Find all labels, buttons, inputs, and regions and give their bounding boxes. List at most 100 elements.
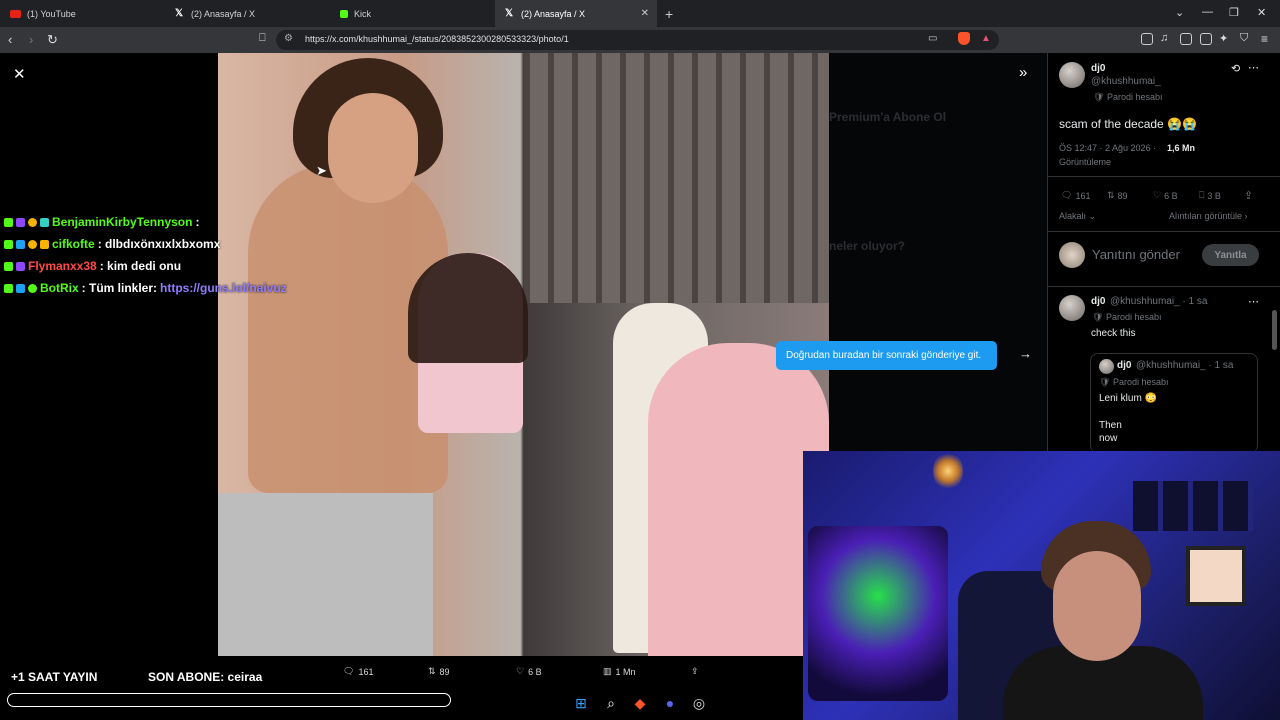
photo-woman-hair	[408, 253, 528, 363]
tab-youtube[interactable]: (1) YouTube	[0, 0, 165, 27]
stream-progress-bar	[7, 693, 451, 707]
music-icon[interactable]: ♫	[1160, 32, 1168, 44]
brave-rewards-icon[interactable]: ▲	[981, 33, 991, 44]
maximize-icon[interactable]: ❐	[1229, 6, 1239, 19]
back-icon[interactable]: ‹	[8, 32, 12, 47]
avatar[interactable]	[1059, 295, 1085, 321]
more-options-icon[interactable]: ⋯	[1248, 61, 1259, 74]
tab-close-icon[interactable]: ✕	[641, 8, 649, 19]
minimize-icon[interactable]: —	[1202, 6, 1213, 18]
photo-gate	[524, 53, 829, 303]
taskbar-search-icon[interactable]: ⌕	[602, 694, 620, 712]
like-count: 6 B	[528, 666, 542, 677]
chat-message: Flymanxx38 : kim dedi onu	[4, 259, 181, 273]
site-settings-icon[interactable]: ⚙	[284, 33, 293, 44]
share-icon: ⇪	[1244, 190, 1254, 202]
gift-badge-icon	[28, 239, 37, 249]
extensions-icon[interactable]	[1141, 33, 1153, 45]
reply-author-handle[interactable]: @khushhumai_ · 1 sa	[1110, 296, 1207, 307]
divider	[1048, 176, 1280, 177]
tab-label: (1) YouTube	[27, 8, 76, 19]
kick-badge-icon	[4, 239, 13, 249]
new-tab-icon[interactable]: +	[665, 6, 673, 22]
vpn-shield-icon[interactable]: ⛉	[1240, 32, 1248, 45]
like-button[interactable]: ♡ 6 B	[1153, 190, 1178, 201]
verified-badge-icon	[28, 283, 37, 293]
author-handle[interactable]: @khushhumai_	[1091, 76, 1161, 87]
cast-icon[interactable]: ▭	[928, 33, 937, 44]
heart-icon: ♡	[516, 666, 525, 676]
quote-author-name: dj0	[1117, 360, 1132, 371]
share-button[interactable]: ⇪	[1244, 189, 1253, 202]
window-close-icon[interactable]: ✕	[1257, 6, 1266, 19]
my-avatar[interactable]	[1059, 242, 1085, 268]
address-bar: ‹ › ↻ ⎕ ⚙ https://x.com/khushhumai_/stat…	[0, 27, 1280, 53]
reply-author-name[interactable]: dj0	[1091, 296, 1105, 307]
view-count-label: Görüntüleme	[1059, 157, 1112, 167]
view-quotes-link[interactable]: Alıntıları görüntüle ›	[1169, 211, 1248, 221]
forward-icon[interactable]: ›	[29, 32, 33, 47]
obs-icon[interactable]: ◎	[690, 694, 708, 712]
author-name[interactable]: dj0	[1091, 63, 1105, 74]
brave-browser-icon[interactable]: ◆	[631, 694, 649, 712]
reload-icon[interactable]: ↻	[47, 32, 58, 48]
repost-action[interactable]: ⇅ 89	[428, 666, 450, 677]
tab-x-active[interactable]: 𝕏 (2) Anasayfa / X ✕	[495, 0, 657, 27]
tweet-timestamp: ÖS 12:47 · 2 Ağu 2026 ·	[1059, 143, 1157, 153]
repost-icon: ⇅	[1107, 190, 1115, 200]
sort-relevant-dropdown[interactable]: Alakalı ⌄	[1059, 211, 1096, 222]
menu-icon[interactable]: ≡	[1261, 32, 1268, 46]
browser-tab-bar: (1) YouTube 𝕏 (2) Anasayfa / X Kick 𝕏 (2…	[0, 0, 1280, 27]
share-icon: ⇪	[691, 666, 699, 676]
reply-button[interactable]: 🗨 161	[1061, 190, 1090, 201]
url-field[interactable]: ⚙ https://x.com/khushhumai_/status/20838…	[276, 30, 999, 50]
expand-panel-icon[interactable]: »	[1019, 64, 1027, 81]
kick-icon	[340, 9, 348, 18]
post-photo[interactable]	[218, 53, 829, 656]
views-action[interactable]: ▥ 1 Mn	[603, 666, 636, 677]
like-action[interactable]: ♡ 6 B	[516, 666, 542, 677]
webcam-pixel-art	[1186, 546, 1246, 606]
wallet-icon[interactable]	[1200, 33, 1212, 45]
chat-message: cifkofte : dlbdıxönxıxlxbxomx	[4, 237, 220, 251]
discord-icon[interactable]: ●	[661, 694, 679, 712]
repost-count: 89	[1117, 190, 1128, 201]
reply-action[interactable]: 🗨 161	[343, 666, 373, 677]
windows-start-icon[interactable]: ⊞	[572, 694, 590, 712]
reply-count: 161	[358, 666, 374, 677]
repost-button[interactable]: ⇅ 89	[1107, 190, 1128, 201]
sidebar-icon[interactable]	[1180, 33, 1192, 45]
tab-list-chevron-icon[interactable]: ⌄	[1175, 6, 1184, 19]
chat-username: BenjaminKirbyTennyson	[52, 215, 193, 229]
bookmark-button[interactable]: ⎕ 3 B	[1199, 190, 1221, 201]
chat-link[interactable]: https://guns.lol/naivuz	[160, 281, 287, 295]
chat-message: BenjaminKirbyTennyson :	[4, 215, 199, 229]
chat-text: :	[195, 215, 200, 229]
quote-text: Then	[1099, 420, 1122, 431]
view-count: 1 Mn	[615, 666, 636, 677]
parody-label: 🛡 Parodi hesabı	[1093, 92, 1163, 102]
close-media-icon[interactable]: ✕	[13, 65, 26, 83]
grok-icon[interactable]: ⟲	[1231, 62, 1240, 75]
leo-ai-icon[interactable]: ✦	[1219, 32, 1228, 45]
reply-submit-button[interactable]: Yanıtla	[1202, 244, 1259, 266]
next-post-arrow-icon[interactable]: →	[1019, 346, 1032, 361]
tab-label: (2) Anasayfa / X	[191, 8, 256, 19]
parody-text: Parodi hesabı	[1112, 377, 1169, 387]
quoted-tweet[interactable]: dj0 @khushhumai_ · 1 sa 🛡 Parodi hesabı …	[1090, 353, 1258, 453]
sidebar-scrollbar[interactable]	[1272, 310, 1277, 350]
avatar[interactable]	[1059, 62, 1085, 88]
brave-shield-icon[interactable]	[958, 32, 970, 45]
tab-x-home[interactable]: 𝕏 (2) Anasayfa / X	[165, 0, 330, 27]
share-action[interactable]: ⇪	[691, 666, 699, 677]
like-count: 6 B	[1164, 190, 1178, 201]
bookmark-icon[interactable]: ⎕	[259, 32, 266, 45]
more-options-icon[interactable]: ⋯	[1248, 295, 1259, 308]
chat-username: cifkofte	[52, 237, 95, 251]
parody-label: 🛡 Parodi hesabı	[1092, 312, 1162, 322]
reply-input[interactable]: Yanıtını gönder	[1092, 247, 1180, 262]
tab-kick[interactable]: Kick	[330, 0, 495, 27]
x-icon: 𝕏	[175, 7, 184, 19]
divider	[1048, 286, 1280, 287]
trends-heading: neler oluyor?	[829, 239, 906, 253]
